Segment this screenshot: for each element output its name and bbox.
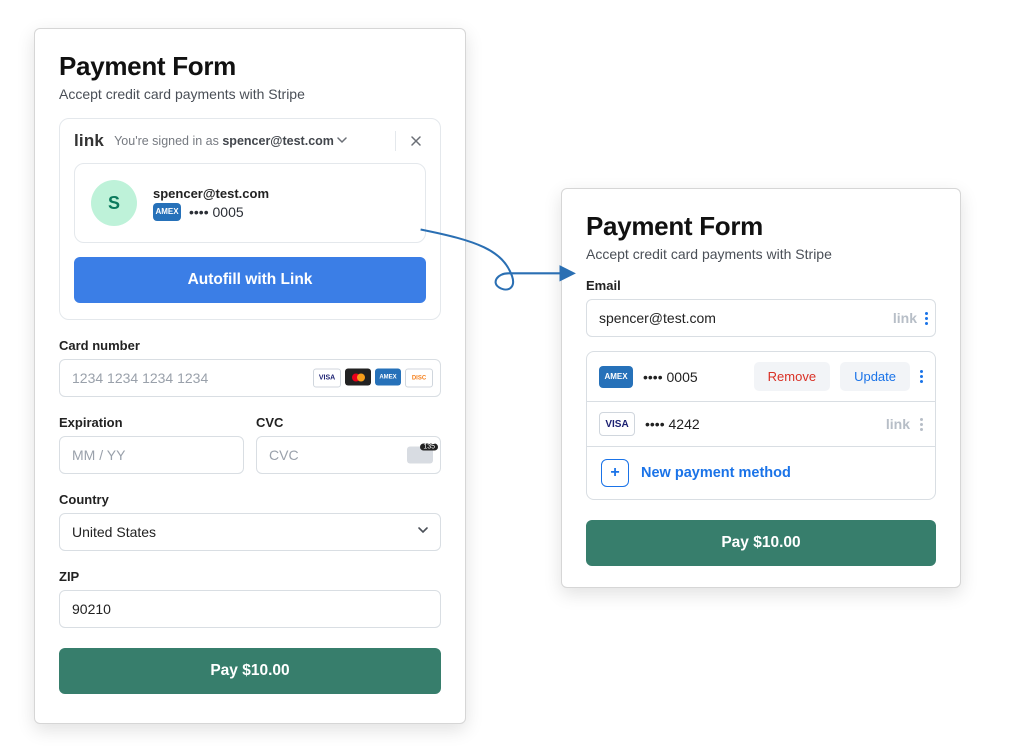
link-brand-icon: link <box>886 416 910 432</box>
payment-method-row[interactable]: AMEX •••• 0005 Remove Update <box>587 352 935 402</box>
payment-form-saved-methods: Payment Form Accept credit card payments… <box>561 188 961 588</box>
link-brand-icon: link <box>74 131 104 151</box>
autofill-button[interactable]: Autofill with Link <box>74 257 426 303</box>
email-input[interactable] <box>586 299 936 337</box>
saved-card-masked: AMEX •••• 0005 <box>153 203 269 221</box>
saved-card[interactable]: S spencer@test.com AMEX •••• 0005 <box>74 163 426 243</box>
payment-methods-list: AMEX •••• 0005 Remove Update VISA •••• 4… <box>586 351 936 500</box>
page-subtitle: Accept credit card payments with Stripe <box>586 246 936 262</box>
email-label: Email <box>586 278 936 293</box>
expiration-input[interactable] <box>59 436 244 474</box>
signed-in-email: spencer@test.com <box>222 134 334 148</box>
chevron-down-icon[interactable] <box>337 135 347 145</box>
expiration-label: Expiration <box>59 415 244 430</box>
cvc-card-icon <box>407 447 433 464</box>
signed-in-text: You're signed in as spencer@test.com <box>114 134 379 148</box>
remove-button[interactable]: Remove <box>754 362 830 391</box>
page-subtitle: Accept credit card payments with Stripe <box>59 86 441 102</box>
card-number-field-wrap: VISA AMEX DISC <box>59 359 441 397</box>
country-select[interactable] <box>59 513 441 551</box>
cvc-label: CVC <box>256 415 441 430</box>
kebab-icon[interactable] <box>925 312 928 325</box>
link-card: link You're signed in as spencer@test.co… <box>59 118 441 320</box>
pay-button[interactable]: Pay $10.00 <box>59 648 441 694</box>
zip-label: ZIP <box>59 569 441 584</box>
link-brand-icon: link <box>893 310 917 326</box>
plus-icon: + <box>601 459 629 487</box>
visa-icon: VISA <box>313 369 341 388</box>
saved-card-number: •••• 0005 <box>189 204 244 220</box>
amex-icon: AMEX <box>599 366 633 388</box>
amex-icon: AMEX <box>153 203 181 221</box>
visa-icon: VISA <box>599 412 635 436</box>
payment-form-link-autofill: Payment Form Accept credit card payments… <box>34 28 466 724</box>
avatar-initial: S <box>108 193 120 214</box>
discover-icon: DISC <box>405 369 433 388</box>
signed-in-prefix: You're signed in as <box>114 134 222 148</box>
card-brand-icons: VISA AMEX DISC <box>313 369 433 388</box>
page-title: Payment Form <box>59 51 441 82</box>
amex-icon: AMEX <box>375 369 401 386</box>
payment-method-row[interactable]: VISA •••• 4242 link <box>587 402 935 447</box>
kebab-icon[interactable] <box>920 418 923 431</box>
update-button[interactable]: Update <box>840 362 910 391</box>
new-payment-method-label: New payment method <box>641 465 791 481</box>
kebab-icon[interactable] <box>920 370 923 383</box>
card-number-label: Card number <box>59 338 441 353</box>
avatar: S <box>91 180 137 226</box>
page-title: Payment Form <box>586 211 936 242</box>
link-header: link You're signed in as spencer@test.co… <box>74 131 426 151</box>
saved-card-info: spencer@test.com AMEX •••• 0005 <box>153 186 269 221</box>
mastercard-icon <box>345 369 371 386</box>
zip-input[interactable] <box>59 590 441 628</box>
new-payment-method-row[interactable]: + New payment method <box>587 447 935 499</box>
card-masked-number: •••• 4242 <box>645 416 876 432</box>
country-label: Country <box>59 492 441 507</box>
card-masked-number: •••• 0005 <box>643 369 744 385</box>
saved-email: spencer@test.com <box>153 186 269 201</box>
pay-button[interactable]: Pay $10.00 <box>586 520 936 566</box>
close-icon[interactable] <box>395 131 426 151</box>
